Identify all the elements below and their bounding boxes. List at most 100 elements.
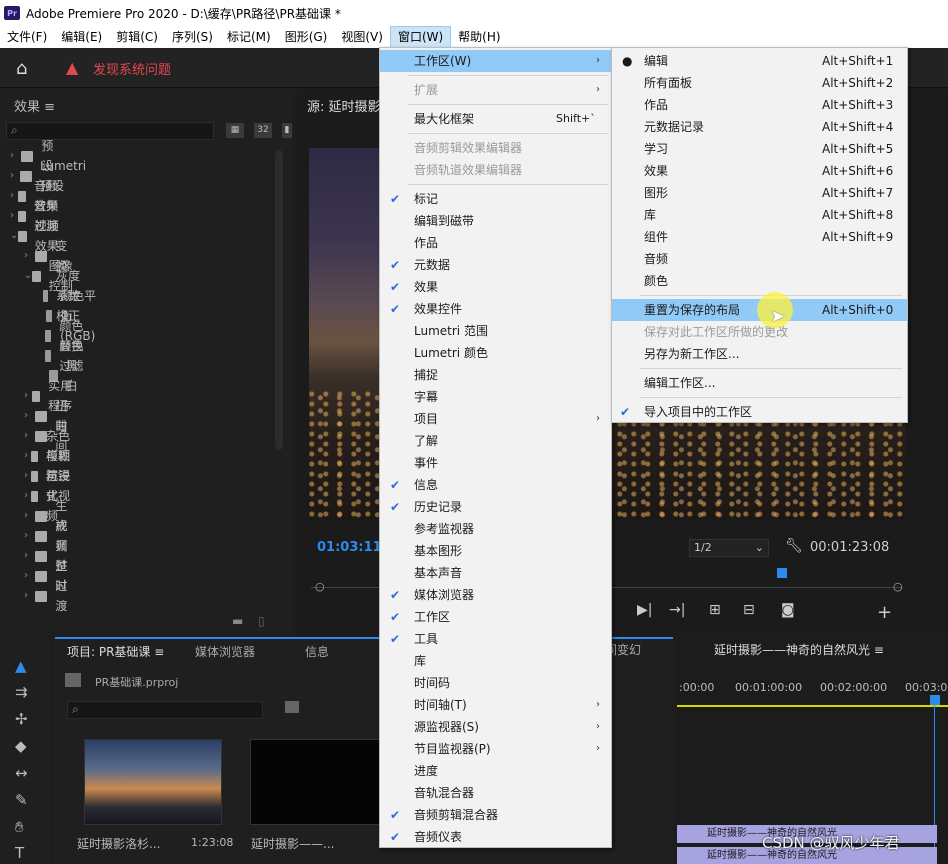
window-menu-item[interactable]: 进度: [380, 760, 611, 782]
chevron-right-icon[interactable]: ›: [24, 246, 35, 266]
source-tab[interactable]: 源: 延时摄影: [307, 96, 381, 115]
workspace-menu-item[interactable]: 库 Alt+Shift+8: [612, 204, 907, 226]
workspace-menu-item[interactable]: ✔ 导入项目中的工作区: [612, 401, 907, 423]
effects-tree-item[interactable]: › 过渡: [24, 579, 74, 613]
workspace-menu-item[interactable]: 效果 Alt+Shift+6: [612, 160, 907, 182]
window-menu-item[interactable]: ✔ 工作区: [380, 606, 611, 628]
track-select-icon[interactable]: ⇉: [15, 683, 28, 701]
source-timecode-in[interactable]: 01:03:11:: [317, 540, 387, 555]
chevron-right-icon[interactable]: ›: [10, 166, 20, 186]
type-tool-icon[interactable]: T: [15, 844, 24, 862]
timeline-sequence-tab[interactable]: 延时摄影——神奇的自然风光 ≡: [714, 641, 884, 658]
menu-4[interactable]: 标记(M): [220, 26, 278, 48]
window-menu-item[interactable]: Lumetri 范围: [380, 320, 611, 342]
workspace-menu-item[interactable]: 编辑工作区...: [612, 372, 907, 394]
workspace-menu-item[interactable]: 颜色: [612, 270, 907, 292]
effects-tree-item[interactable]: ⌄ 视频效果: [10, 219, 60, 253]
window-menu-item[interactable]: 时间轴(T) ›: [380, 694, 611, 716]
go-to-out-icon[interactable]: →|: [669, 602, 685, 618]
menu-8[interactable]: 帮助(H): [451, 26, 507, 48]
menu-0[interactable]: 文件(F): [0, 26, 54, 48]
menu-6[interactable]: 视图(V): [334, 26, 390, 48]
window-menu-item[interactable]: 项目 ›: [380, 408, 611, 430]
window-menu-item[interactable]: 参考监视器: [380, 518, 611, 540]
chevron-down-icon[interactable]: ⌄: [10, 226, 18, 246]
window-menu-item[interactable]: ✔ 媒体浏览器: [380, 584, 611, 606]
effects-scrollbar[interactable]: [275, 150, 283, 450]
effects-search-input[interactable]: ⌕: [6, 122, 214, 140]
new-bin-icon[interactable]: ▬: [232, 614, 243, 628]
window-menu-item[interactable]: 编辑到磁带: [380, 210, 611, 232]
window-menu-item[interactable]: 时间码: [380, 672, 611, 694]
window-menu-item[interactable]: 音轨混合器: [380, 782, 611, 804]
yuv-effects-icon[interactable]: ▮: [282, 123, 292, 138]
window-menu-item[interactable]: ✔ 元数据: [380, 254, 611, 276]
chevron-right-icon[interactable]: ›: [10, 186, 18, 206]
workspace-menu-item[interactable]: 所有面板 Alt+Shift+2: [612, 72, 907, 94]
chevron-right-icon[interactable]: ›: [10, 206, 18, 226]
menu-7[interactable]: 窗口(W): [389, 26, 452, 48]
ripple-edit-icon[interactable]: ✢: [15, 710, 28, 728]
workspace-menu-item[interactable]: 图形 Alt+Shift+7: [612, 182, 907, 204]
window-menu-item[interactable]: 库: [380, 650, 611, 672]
tab-project[interactable]: 项目: PR基础课 ≡: [67, 643, 164, 660]
system-issue-warning[interactable]: 发现系统问题: [93, 59, 171, 78]
window-menu-item[interactable]: 作品: [380, 232, 611, 254]
window-menu-item[interactable]: 基本声音: [380, 562, 611, 584]
window-menu-item[interactable]: ✔ 效果: [380, 276, 611, 298]
window-menu-item[interactable]: ✔ 信息: [380, 474, 611, 496]
window-menu-item[interactable]: 最大化框架 Shift+`: [380, 108, 611, 130]
menu-2[interactable]: 剪辑(C): [109, 26, 165, 48]
project-search-input[interactable]: ⌕: [67, 701, 263, 719]
window-menu-item[interactable]: ✔ 音频仪表: [380, 826, 611, 848]
workspace-menu-item[interactable]: ● 编辑 Alt+Shift+1: [612, 50, 907, 72]
window-menu-item[interactable]: ✔ 效果控件: [380, 298, 611, 320]
clip-thumbnail[interactable]: [250, 739, 388, 825]
chevron-right-icon[interactable]: ›: [24, 526, 35, 546]
chevron-down-icon[interactable]: ⌄: [24, 266, 32, 286]
warning-icon[interactable]: ▲: [66, 58, 78, 77]
tab-info[interactable]: 信息: [305, 643, 329, 660]
window-menu-item[interactable]: ✔ 标记: [380, 188, 611, 210]
window-menu-item[interactable]: ✔ 历史记录: [380, 496, 611, 518]
resolution-select[interactable]: 1/2 ⌄: [689, 539, 769, 557]
window-menu-item[interactable]: ✔ 音频剪辑混合器: [380, 804, 611, 826]
chevron-right-icon[interactable]: ›: [24, 426, 35, 446]
zoom-handle-left[interactable]: ○: [315, 580, 325, 593]
chevron-right-icon[interactable]: ›: [24, 446, 31, 466]
window-menu-item[interactable]: 工作区(W) ›: [380, 50, 611, 72]
hand-tool-icon[interactable]: ✋︎: [15, 818, 24, 836]
chevron-right-icon[interactable]: ›: [24, 466, 31, 486]
home-icon[interactable]: ⌂: [16, 58, 40, 79]
chevron-right-icon[interactable]: ›: [24, 546, 35, 566]
chevron-right-icon[interactable]: ›: [24, 506, 35, 526]
export-frame-icon[interactable]: ◙: [781, 602, 795, 618]
trash-icon[interactable]: ▯: [258, 614, 265, 628]
window-menu-item[interactable]: 源监视器(S) ›: [380, 716, 611, 738]
chevron-right-icon[interactable]: ›: [24, 486, 31, 506]
window-menu-item[interactable]: ✔ 工具: [380, 628, 611, 650]
menu-3[interactable]: 序列(S): [165, 26, 220, 48]
overwrite-icon[interactable]: ⊟: [743, 602, 755, 618]
workspace-menu-item[interactable]: 作品 Alt+Shift+3: [612, 94, 907, 116]
insert-icon[interactable]: ⊞: [709, 602, 721, 618]
window-menu-item[interactable]: Lumetri 颜色: [380, 342, 611, 364]
chevron-right-icon[interactable]: ›: [24, 386, 32, 406]
wrench-icon[interactable]: 🔧︎: [785, 538, 803, 554]
workspace-menu-item[interactable]: 元数据记录 Alt+Shift+4: [612, 116, 907, 138]
zoom-handle-right[interactable]: ○: [893, 580, 903, 593]
menu-1[interactable]: 编辑(E): [54, 26, 109, 48]
workspace-menu-item[interactable]: 另存为新工作区...: [612, 343, 907, 365]
accelerated-effects-icon[interactable]: ▦: [226, 123, 244, 138]
tab-media-browser[interactable]: 媒体浏览器: [195, 643, 255, 660]
window-menu-item[interactable]: 捕捉: [380, 364, 611, 386]
timeline-playhead[interactable]: [930, 695, 940, 705]
playhead-handle[interactable]: [777, 568, 787, 578]
workspace-menu-item[interactable]: 组件 Alt+Shift+9: [612, 226, 907, 248]
chevron-right-icon[interactable]: ›: [24, 586, 35, 606]
selection-tool-icon[interactable]: ▲: [15, 657, 27, 675]
pen-tool-icon[interactable]: ✎: [15, 791, 28, 809]
slip-tool-icon[interactable]: ↔: [15, 764, 28, 782]
chevron-right-icon[interactable]: ›: [10, 146, 21, 166]
step-forward-icon[interactable]: ▶|: [637, 602, 652, 618]
